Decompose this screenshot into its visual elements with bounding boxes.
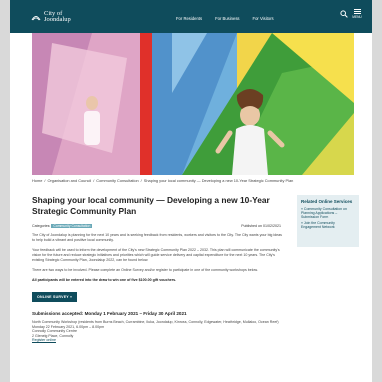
online-survey-button[interactable]: ONLINE SURVEY » [32,292,78,302]
city-logo[interactable]: City of Joondalup [31,10,71,23]
register-online-link[interactable]: Register online [32,338,282,343]
prize-note: All participants will be entered into th… [32,278,282,283]
category-label: Categories: [32,224,51,228]
nav-for-residents[interactable]: For Residents [176,16,202,21]
breadcrumb-separator: / [44,178,46,183]
nav-for-visitors[interactable]: For Visitors [253,16,274,21]
logo-line-2: Joondalup [44,16,71,23]
logo-text: City of Joondalup [44,10,71,23]
main-nav: For Residents For Business For Visitors [176,16,287,21]
breadcrumb-current: Shaping your local community — Developin… [143,178,294,183]
menu-label: MENU [352,15,362,19]
hero-banner [32,33,354,175]
breadcrumb: Home / Organisation and Council / Community … [32,178,293,183]
intro-paragraph: The City of Joondalup is planning for th… [32,233,282,242]
session-line: North Community Workshop (residents from… [32,320,279,324]
nav-for-business[interactable]: For Business [215,16,239,21]
city-logo-icon [31,16,41,21]
category-group: Categories: Community Consultation [32,224,93,228]
related-title: Related Online Services [301,199,353,204]
breadcrumb-separator: / [140,178,142,183]
page-title: Shaping your local community — Developin… [32,195,270,216]
related-list: » Community Consultation on Planning App… [301,207,355,230]
published-date: Published on 01/02/2021 [241,224,281,228]
site-header: City of Joondalup For Residents For Busi… [10,0,372,33]
workshop-session: North Community Workshop (residents from… [32,320,282,343]
plan-paragraph: Your feedback will be used to inform the… [32,248,280,262]
breadcrumb-organisation[interactable]: Organisation and Council [47,178,91,183]
menu-button[interactable]: MENU [351,9,363,19]
breadcrumb-home[interactable]: Home [32,178,42,183]
search-icon[interactable] [340,10,348,18]
hero-image [32,33,354,175]
menu-icon [353,9,361,14]
category-badge[interactable]: Community Consultation [51,224,93,228]
breadcrumb-separator: / [93,178,95,183]
article-meta: Categories: Community Consultation Publi… [32,224,281,228]
related-item-consultation-form[interactable]: » Community Consultation on Planning App… [301,207,355,220]
related-services-panel: Related Online Services » Community Cons… [297,195,359,247]
involvement-paragraph: There are two ways to be involved. Pleas… [32,268,258,272]
related-item-engagement-network[interactable]: » Join the Community Engagement Network [301,221,355,229]
prize-note-text: All participants will be entered into th… [32,278,177,282]
page: City of Joondalup For Residents For Busi… [10,0,372,382]
submissions-heading: Submissions accepted: Monday 1 February … [32,311,187,316]
breadcrumb-consultation[interactable]: Community Consultation [96,178,138,183]
main-content: Shaping your local community — Developin… [32,195,282,343]
